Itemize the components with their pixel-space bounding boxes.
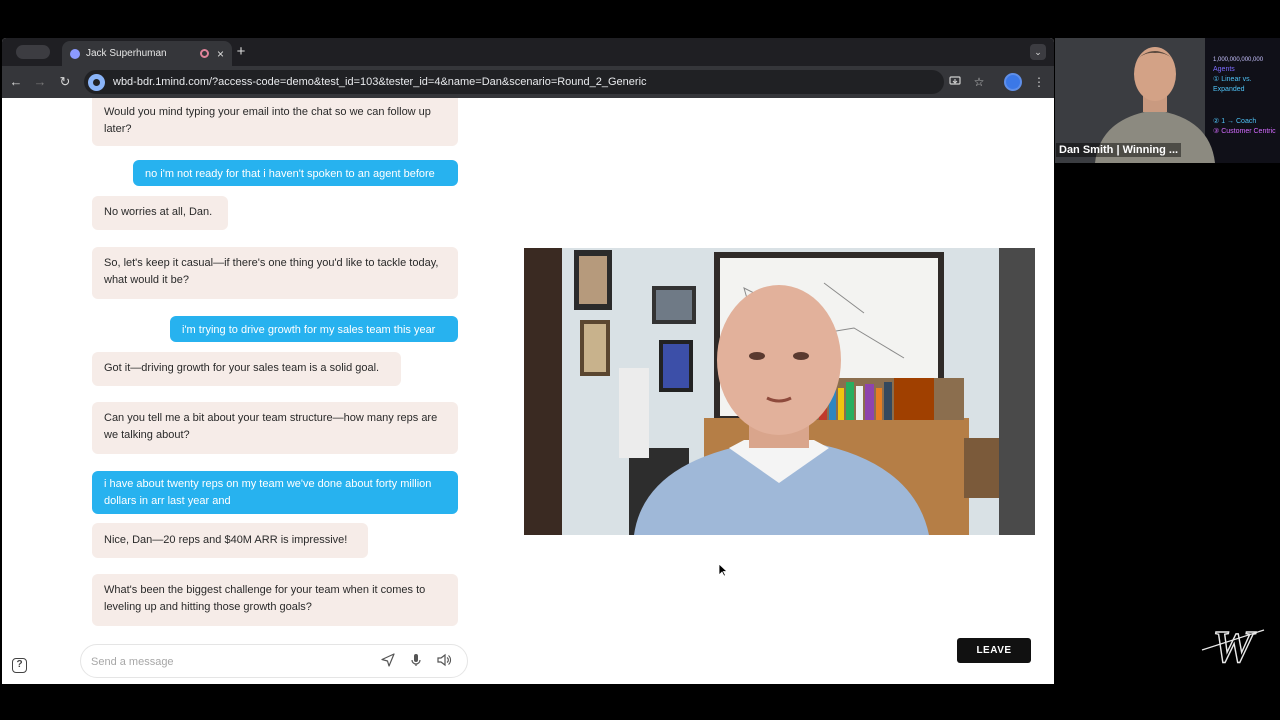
chat-message-bot: So, let's keep it casual—if there's one … [92, 247, 458, 299]
chat-message-bot: Would you mind typing your email into th… [92, 98, 458, 146]
whiteboard-note: ② 1 → Coach [1213, 118, 1257, 125]
chat-message-bot: No worries at all, Dan. [92, 196, 228, 230]
address-bar[interactable]: wbd-bdr.1mind.com/?access-code=demo&test… [84, 70, 944, 94]
favicon-icon [70, 48, 80, 59]
tab-group-pill[interactable] [16, 45, 50, 59]
whiteboard-note: Agents [1213, 66, 1235, 73]
brand-logo-letter: W [1213, 621, 1257, 672]
browser-window: Jack Superhuman × + ⌄ ← → ↻ wbd-bdr.1min… [2, 38, 1054, 684]
chat-message-user: i'm trying to drive growth for my sales … [170, 316, 458, 342]
whiteboard-note: 1,000,000,000,000 [1213, 57, 1264, 63]
site-info-icon[interactable] [88, 73, 105, 91]
leave-button[interactable]: LEAVE [957, 638, 1031, 663]
url-text[interactable]: wbd-bdr.1mind.com/?access-code=demo&test… [113, 76, 647, 88]
help-icon[interactable]: ? [12, 658, 27, 673]
reload-icon[interactable]: ↻ [57, 74, 73, 90]
bookmark-star-icon[interactable]: ☆ [972, 75, 986, 89]
page-content: Would you mind typing your email into th… [2, 98, 1054, 684]
mouse-cursor-icon [718, 563, 728, 577]
presenter-video-tile: 1,000,000,000,000 Agents ① Linear vs. Ex… [1055, 38, 1280, 163]
speaker-icon[interactable] [435, 653, 453, 671]
chat-message-bot: Nice, Dan—20 reps and $40M ARR is impres… [92, 523, 368, 558]
browser-toolbar: ← → ↻ wbd-bdr.1mind.com/?access-code=dem… [2, 66, 1054, 98]
send-icon[interactable] [379, 653, 397, 671]
presenter-name-label: Dan Smith | Winning ... [1056, 143, 1182, 157]
back-arrow-icon[interactable]: ← [8, 74, 24, 89]
message-input[interactable] [91, 653, 351, 671]
tab-close-icon[interactable]: × [217, 47, 224, 61]
brand-logo-icon: W [1201, 620, 1265, 672]
chat-transcript: Would you mind typing your email into th… [90, 98, 458, 638]
forward-arrow-icon[interactable]: → [32, 74, 48, 89]
recording-icon [199, 49, 209, 58]
tab-active[interactable]: Jack Superhuman × [62, 41, 232, 66]
profile-avatar[interactable] [1004, 73, 1022, 91]
whiteboard-note: ① Linear vs. Expanded [1213, 76, 1252, 93]
tab-title: Jack Superhuman [86, 48, 167, 59]
whiteboard-notes: 1,000,000,000,000 Agents ① Linear vs. Ex… [1213, 55, 1279, 137]
message-composer [80, 644, 468, 678]
chat-message-bot: Can you tell me a bit about your team st… [92, 402, 458, 454]
chat-message-user: i have about twenty reps on my team we'v… [92, 471, 458, 514]
chat-message-user: no i'm not ready for that i haven't spok… [133, 160, 458, 186]
chat-message-bot: What's been the biggest challenge for yo… [92, 574, 458, 626]
kebab-menu-icon[interactable]: ⋮ [1032, 75, 1046, 89]
video-frame-illustration [524, 248, 1035, 535]
chat-message-bot: Got it—driving growth for your sales tea… [92, 352, 401, 386]
avatar-video [524, 248, 1035, 535]
screen: Jack Superhuman × + ⌄ ← → ↻ wbd-bdr.1min… [0, 0, 1280, 720]
microphone-icon[interactable] [407, 653, 425, 671]
new-tab-button[interactable]: + [234, 43, 248, 60]
install-app-icon[interactable] [948, 75, 962, 90]
tab-search-chevron-icon[interactable]: ⌄ [1030, 44, 1046, 60]
tab-strip: Jack Superhuman × + ⌄ [2, 38, 1054, 66]
whiteboard-note: ③ Customer Centric [1213, 128, 1276, 135]
